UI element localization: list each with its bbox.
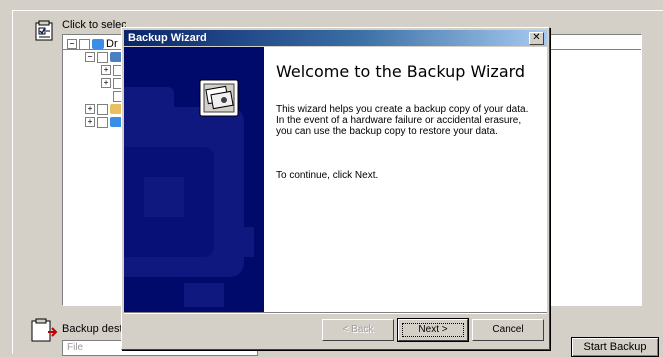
backup-checklist-icon [35, 20, 53, 41]
expand-icon[interactable]: + [101, 78, 111, 88]
tree-row-desktop[interactable]: − Dr [67, 38, 118, 50]
backup-graphic-icon [124, 79, 254, 307]
wizard-description: This wizard helps you create a backup co… [276, 104, 529, 137]
wizard-side-panel [124, 47, 264, 312]
tree-checkbox[interactable] [97, 103, 108, 115]
back-button[interactable]: < Back [322, 319, 394, 341]
desktop-icon [92, 39, 104, 49]
wizard-title: Backup Wizard [128, 32, 207, 44]
tree-row[interactable]: + [85, 103, 122, 115]
wizard-titlebar[interactable]: Backup Wizard ✕ [124, 30, 547, 46]
backup-destination-icon [31, 318, 58, 342]
tree-checkbox[interactable] [97, 116, 108, 128]
wizard-continue-text: To continue, click Next. [276, 170, 379, 181]
wizard-icon [199, 79, 239, 117]
wizard-divider [124, 312, 547, 314]
wizard-content: Welcome to the Backup Wizard This wizard… [264, 47, 547, 312]
next-button[interactable]: Next > [397, 318, 469, 342]
cancel-button[interactable]: Cancel [472, 319, 544, 341]
close-icon[interactable]: ✕ [529, 32, 544, 45]
collapse-icon[interactable]: − [67, 39, 77, 49]
start-backup-button[interactable]: Start Backup [571, 337, 659, 357]
tree-checkbox[interactable] [97, 51, 108, 63]
tree-row[interactable]: + [85, 116, 122, 128]
expand-icon[interactable]: + [85, 117, 95, 127]
tree-checkbox[interactable] [79, 38, 90, 50]
focus-rect [402, 323, 464, 337]
expand-icon[interactable]: + [101, 65, 111, 75]
tree-item-label: Dr [106, 38, 118, 50]
wizard-heading: Welcome to the Backup Wizard [276, 62, 526, 81]
tree-row[interactable]: − [85, 51, 122, 63]
collapse-icon[interactable]: − [85, 52, 95, 62]
expand-icon[interactable]: + [85, 104, 95, 114]
backup-wizard-dialog: Backup Wizard ✕ Welcome to the Backup Wi… [121, 27, 550, 350]
backup-instruction-text: Click to select the check box for any dr… [62, 19, 126, 31]
